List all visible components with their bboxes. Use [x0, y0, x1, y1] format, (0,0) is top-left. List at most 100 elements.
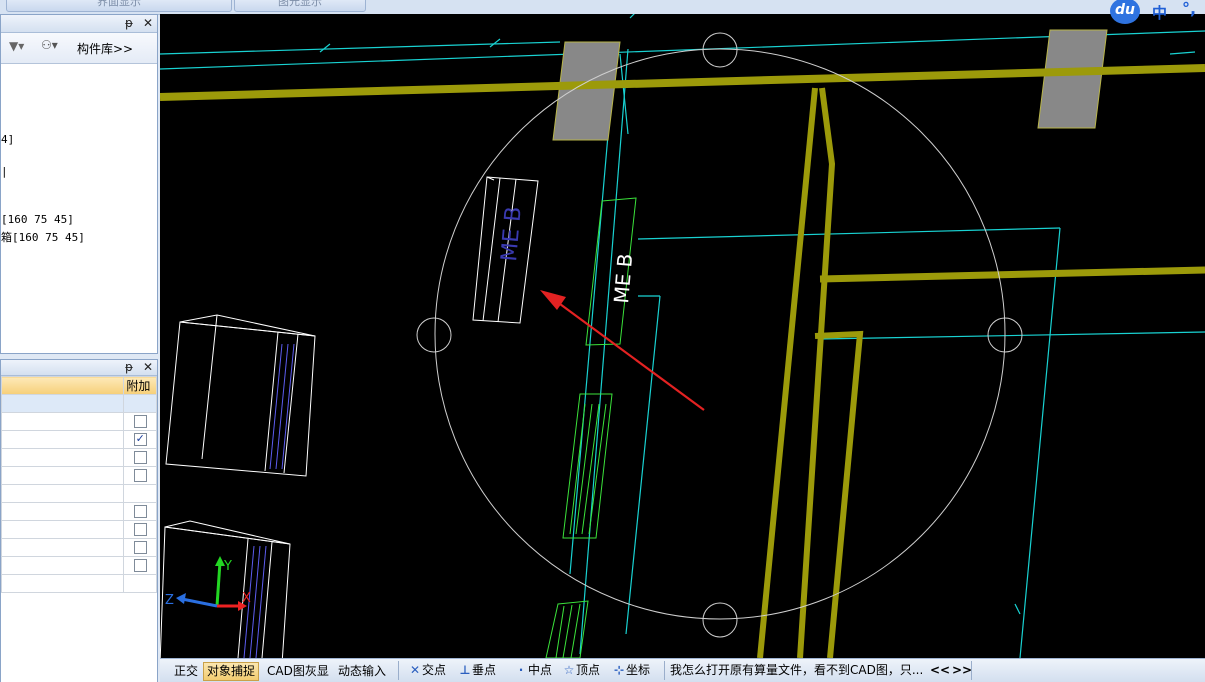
extra-checkbox[interactable] [133, 469, 147, 482]
snap-coordinate-label: 坐标 [626, 663, 651, 677]
axis-indicator [176, 556, 247, 611]
attribute-row[interactable] [0, 394, 157, 413]
axis-x-label: X [242, 591, 251, 606]
ime-language[interactable]: 中 [1152, 2, 1167, 23]
axis-z-label: Z [165, 593, 174, 608]
snap-midpoint-label: 中点 [528, 663, 553, 677]
column-name-header [0, 376, 125, 395]
cad-gray-toggle[interactable]: CAD图灰显 [263, 662, 333, 681]
attribute-row[interactable] [0, 520, 157, 539]
attribute-name-cell[interactable] [0, 502, 125, 521]
attribute-row[interactable] [0, 466, 157, 485]
extra-checkbox[interactable] [133, 415, 147, 428]
attribute-name-cell[interactable] [0, 556, 125, 575]
tree-item-marker: | [1, 165, 8, 178]
attribute-extra-cell [123, 394, 157, 413]
attribute-name-cell[interactable] [0, 538, 125, 557]
attribute-extra-cell [123, 502, 157, 521]
column-shape [1037, 29, 1108, 129]
cad-drawing-canvas[interactable]: ME B ME B Y X Z [160, 14, 1205, 658]
snap-vertex-label: 顶点 [576, 663, 601, 677]
attribute-name-cell[interactable] [0, 448, 125, 467]
extra-checkbox[interactable] [133, 559, 147, 572]
attribute-row[interactable] [0, 556, 157, 575]
midpoint-icon: · [518, 663, 524, 677]
snap-perpendicular-label: 垂点 [472, 663, 497, 677]
attribute-extra-cell [123, 448, 157, 467]
pin-icon[interactable]: ᵽ [125, 16, 133, 30]
attribute-row[interactable] [0, 538, 157, 557]
pin-icon[interactable]: ᵽ [125, 360, 133, 374]
cad-drawing: ME B ME B Y X Z [160, 14, 1205, 658]
equipment-boxes [160, 176, 539, 658]
attribute-name-cell[interactable] [0, 466, 125, 485]
attribute-extra-cell [123, 412, 157, 431]
ime-punctuation[interactable]: °, [1182, 0, 1196, 18]
attribute-table-header: 附加 [0, 376, 157, 395]
intersection-icon: ✕ [409, 663, 421, 677]
separator [971, 661, 972, 680]
extra-checkbox[interactable] [133, 523, 147, 536]
attribute-row[interactable] [0, 574, 157, 593]
attribute-extra-cell [123, 538, 157, 557]
vertex-icon: ☆ [563, 663, 575, 677]
attribute-extra-cell [123, 484, 157, 503]
attribute-row[interactable] [0, 412, 157, 431]
axis-y-label: Y [223, 559, 232, 574]
extra-checkbox[interactable] [133, 541, 147, 554]
separator [398, 661, 399, 680]
attribute-row[interactable] [0, 448, 157, 467]
extra-checkbox[interactable]: ✓ [133, 433, 147, 446]
snap-midpoint[interactable]: · 中点 [514, 662, 552, 679]
attribute-row[interactable]: ✓ [0, 430, 157, 449]
attribute-panel: ᵽ ✕ 附加 ✓ [0, 359, 158, 682]
component-library-button[interactable]: 构件库>> [77, 40, 133, 57]
tab-element-display[interactable]: 图元显示 [234, 0, 366, 12]
binoculars-icon[interactable]: ⚇▾ [41, 38, 58, 52]
attribute-name-cell[interactable] [0, 520, 125, 539]
ime-indicator[interactable]: du 中 °, [1108, 0, 1205, 24]
attribute-name-cell[interactable] [0, 412, 125, 431]
message-next-button[interactable]: >> [952, 662, 972, 679]
extra-checkbox[interactable] [133, 505, 147, 518]
snap-intersection[interactable]: ✕ 交点 [408, 662, 446, 679]
perpendicular-icon: ⊥ [459, 663, 471, 677]
attribute-extra-cell: ✓ [123, 430, 157, 449]
attribute-extra-cell [123, 556, 157, 575]
attribute-name-cell[interactable] [0, 484, 125, 503]
top-tab-strip: 界面显示 图元显示 [0, 0, 1205, 15]
ortho-toggle[interactable]: 正交 [170, 662, 202, 681]
grid-circles [416, 32, 1023, 638]
attribute-name-cell[interactable] [0, 574, 125, 593]
object-snap-toggle[interactable]: 对象捕捉 [203, 662, 260, 681]
extra-checkbox[interactable] [133, 451, 147, 464]
tree-item[interactable]: 箱[160 75 45] [1, 229, 85, 245]
status-bar: 正交 对象捕捉 CAD图灰显 动态输入 ✕ 交点 ⊥ 垂点 · 中点 ☆ 顶点 ⊹ 坐标 … [160, 658, 1205, 682]
snap-vertex[interactable]: ☆ 顶点 [562, 662, 600, 679]
tree-item[interactable]: 4] [1, 133, 14, 146]
dynamic-input-toggle[interactable]: 动态输入 [334, 662, 390, 681]
message-prev-button[interactable]: << [930, 662, 950, 679]
tree-item[interactable]: [160 75 45] [1, 213, 74, 226]
hatch-blue [243, 343, 295, 658]
attribute-extra-cell [123, 574, 157, 593]
component-panel: ᵽ ✕ ▼▾ ⚇▾ 构件库>> 4] | [160 75 45] 箱[160 7… [0, 14, 158, 354]
filter-icon[interactable]: ▼▾ [9, 39, 24, 53]
red-arrow [540, 290, 705, 411]
column-extra-header: 附加 [123, 376, 157, 395]
attribute-row[interactable] [0, 484, 157, 503]
attribute-row[interactable] [0, 502, 157, 521]
component-panel-header: ᵽ ✕ [1, 15, 157, 33]
attribute-table: 附加 ✓ [0, 376, 157, 593]
close-icon[interactable]: ✕ [143, 16, 153, 30]
equipment-label: ME B [609, 253, 637, 305]
attribute-name-cell[interactable] [0, 394, 125, 413]
close-icon[interactable]: ✕ [143, 360, 153, 374]
snap-perpendicular[interactable]: ⊥ 垂点 [458, 662, 497, 679]
tab-interface-display[interactable]: 界面显示 [6, 0, 232, 12]
snap-coordinate[interactable]: ⊹ 坐标 [612, 662, 650, 679]
baidu-ime-logo: du [1110, 0, 1140, 24]
attribute-name-cell[interactable] [0, 430, 125, 449]
snap-intersection-label: 交点 [422, 663, 447, 677]
status-message: 我怎么打开原有算量文件，看不到CAD图，只... [670, 663, 922, 677]
